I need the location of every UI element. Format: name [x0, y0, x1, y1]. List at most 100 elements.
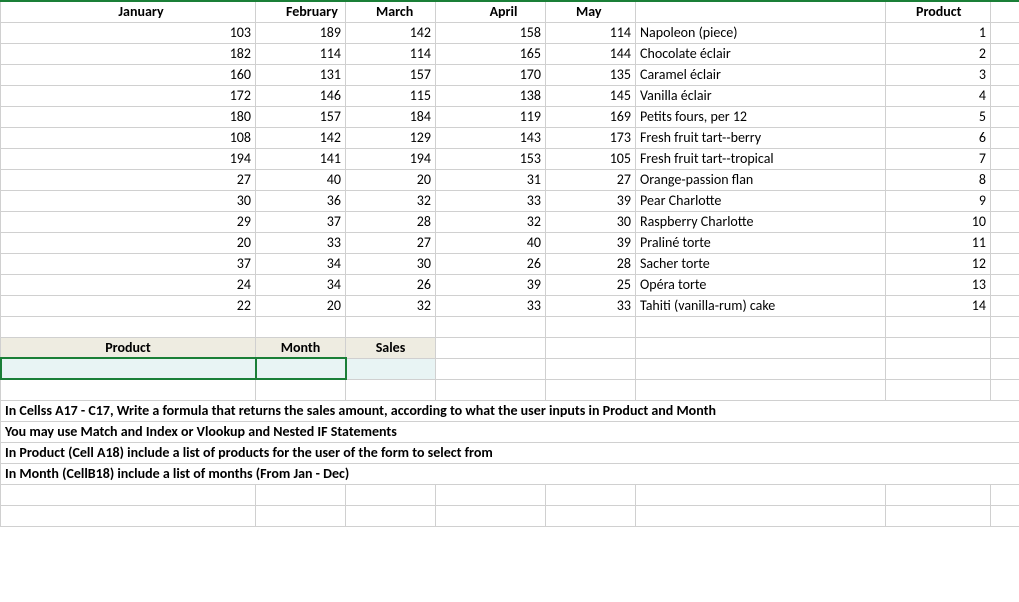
- cell-id[interactable]: 4: [886, 85, 991, 106]
- lookup-month-header[interactable]: Month: [256, 337, 346, 358]
- cell-name[interactable]: Petits fours, per 12: [636, 106, 886, 127]
- cell-blank[interactable]: [991, 148, 1019, 169]
- cell-jan[interactable]: 194: [1, 148, 256, 169]
- cell-feb[interactable]: 34: [256, 274, 346, 295]
- cell-feb[interactable]: 157: [256, 106, 346, 127]
- cell-id[interactable]: 1: [886, 22, 991, 43]
- cell-feb[interactable]: 114: [256, 43, 346, 64]
- cell-may[interactable]: 27: [546, 169, 636, 190]
- cell-mar[interactable]: 194: [346, 148, 436, 169]
- cell-jan[interactable]: 37: [1, 253, 256, 274]
- cell-blank[interactable]: [991, 22, 1019, 43]
- cell-blank[interactable]: [991, 64, 1019, 85]
- cell-mar[interactable]: 26: [346, 274, 436, 295]
- cell-blank[interactable]: [991, 43, 1019, 64]
- cell-mar[interactable]: 28: [346, 211, 436, 232]
- cell-mar[interactable]: 20: [346, 169, 436, 190]
- cell-apr[interactable]: 40: [436, 232, 546, 253]
- cell-name[interactable]: Fresh fruit tart--tropical: [636, 148, 886, 169]
- cell-apr[interactable]: 119: [436, 106, 546, 127]
- cell-name[interactable]: Caramel éclair: [636, 64, 886, 85]
- cell-may[interactable]: 169: [546, 106, 636, 127]
- cell-apr[interactable]: 158: [436, 22, 546, 43]
- cell-mar[interactable]: 142: [346, 22, 436, 43]
- cell-may[interactable]: 135: [546, 64, 636, 85]
- instruction-1[interactable]: In Cellss A17 - C17, Write a formula tha…: [1, 400, 1019, 421]
- instruction-4[interactable]: In Month (CellB18) include a list of mon…: [1, 463, 1019, 484]
- cell-id[interactable]: 12: [886, 253, 991, 274]
- cell-id[interactable]: 13: [886, 274, 991, 295]
- cell-name[interactable]: Sacher torte: [636, 253, 886, 274]
- cell-feb[interactable]: 37: [256, 211, 346, 232]
- cell-feb[interactable]: 131: [256, 64, 346, 85]
- month-input[interactable]: [256, 358, 346, 379]
- cell-feb[interactable]: 142: [256, 127, 346, 148]
- cell-apr[interactable]: 39: [436, 274, 546, 295]
- header-january[interactable]: January: [1, 1, 256, 22]
- cell-jan[interactable]: 160: [1, 64, 256, 85]
- cell-mar[interactable]: 114: [346, 43, 436, 64]
- lookup-sales-header[interactable]: Sales: [346, 337, 436, 358]
- cell-id[interactable]: 9: [886, 190, 991, 211]
- cell-name[interactable]: Chocolate éclair: [636, 43, 886, 64]
- cell-jan[interactable]: 29: [1, 211, 256, 232]
- cell-blank[interactable]: [991, 127, 1019, 148]
- cell-id[interactable]: 11: [886, 232, 991, 253]
- cell-blank[interactable]: [991, 274, 1019, 295]
- cell-name[interactable]: Praliné torte: [636, 232, 886, 253]
- cell-name[interactable]: Fresh fruit tart--berry: [636, 127, 886, 148]
- cell-apr[interactable]: 26: [436, 253, 546, 274]
- cell-id[interactable]: 8: [886, 169, 991, 190]
- cell-blank[interactable]: [991, 295, 1019, 316]
- cell-blank[interactable]: [991, 253, 1019, 274]
- cell-jan[interactable]: 172: [1, 85, 256, 106]
- cell-id[interactable]: 7: [886, 148, 991, 169]
- cell-may[interactable]: 28: [546, 253, 636, 274]
- cell-apr[interactable]: 153: [436, 148, 546, 169]
- sales-output[interactable]: [346, 358, 436, 379]
- header-march[interactable]: March: [346, 1, 436, 22]
- header-april[interactable]: April: [436, 1, 546, 22]
- cell-name[interactable]: Napoleon (piece): [636, 22, 886, 43]
- cell-mar[interactable]: 32: [346, 295, 436, 316]
- cell-feb[interactable]: 34: [256, 253, 346, 274]
- cell-jan[interactable]: 182: [1, 43, 256, 64]
- cell-apr[interactable]: 32: [436, 211, 546, 232]
- cell-may[interactable]: 33: [546, 295, 636, 316]
- cell-feb[interactable]: 33: [256, 232, 346, 253]
- header-blank2[interactable]: [991, 1, 1019, 22]
- cell-may[interactable]: 144: [546, 43, 636, 64]
- instruction-3[interactable]: In Product (Cell A18) include a list of …: [1, 442, 1019, 463]
- cell-apr[interactable]: 33: [436, 295, 546, 316]
- cell-jan[interactable]: 30: [1, 190, 256, 211]
- cell-apr[interactable]: 165: [436, 43, 546, 64]
- cell-feb[interactable]: 146: [256, 85, 346, 106]
- cell-may[interactable]: 39: [546, 232, 636, 253]
- cell-name[interactable]: Orange-passion flan: [636, 169, 886, 190]
- cell-mar[interactable]: 32: [346, 190, 436, 211]
- header-february[interactable]: February: [256, 1, 346, 22]
- cell-name[interactable]: Opéra torte: [636, 274, 886, 295]
- cell-blank[interactable]: [991, 211, 1019, 232]
- cell-name[interactable]: Tahiti (vanilla-rum) cake: [636, 295, 886, 316]
- cell-id[interactable]: 6: [886, 127, 991, 148]
- cell-id[interactable]: 10: [886, 211, 991, 232]
- cell-jan[interactable]: 108: [1, 127, 256, 148]
- cell-apr[interactable]: 138: [436, 85, 546, 106]
- cell-apr[interactable]: 170: [436, 64, 546, 85]
- spreadsheet-grid[interactable]: January February March April May Product…: [0, 0, 1019, 527]
- product-input[interactable]: [1, 358, 256, 379]
- cell-jan[interactable]: 103: [1, 22, 256, 43]
- cell-jan[interactable]: 22: [1, 295, 256, 316]
- cell-feb[interactable]: 40: [256, 169, 346, 190]
- cell-blank[interactable]: [991, 85, 1019, 106]
- cell-id[interactable]: 5: [886, 106, 991, 127]
- cell-mar[interactable]: 184: [346, 106, 436, 127]
- cell-may[interactable]: 105: [546, 148, 636, 169]
- cell-blank[interactable]: [991, 190, 1019, 211]
- cell-feb[interactable]: 36: [256, 190, 346, 211]
- cell-jan[interactable]: 180: [1, 106, 256, 127]
- cell-jan[interactable]: 20: [1, 232, 256, 253]
- header-blank[interactable]: [636, 1, 886, 22]
- cell-apr[interactable]: 143: [436, 127, 546, 148]
